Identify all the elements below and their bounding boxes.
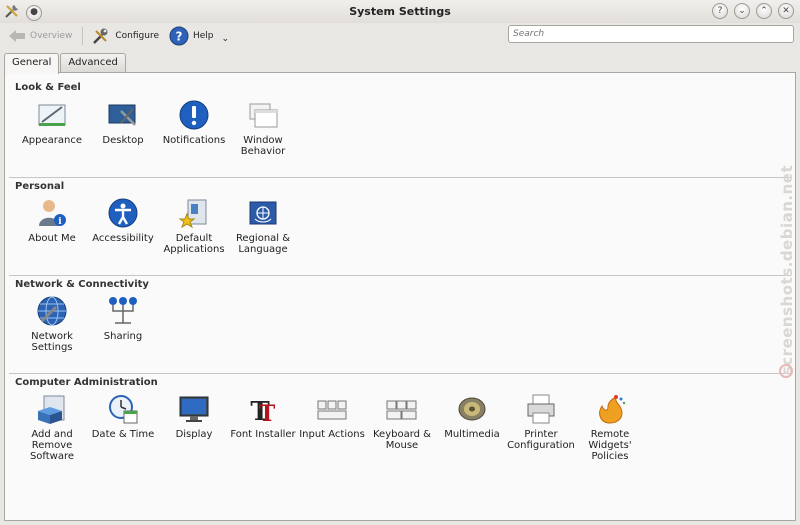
about-me-icon: i [39,200,66,227]
item-printer-configuration[interactable]: Printer Configuration [506,393,576,451]
search-input[interactable] [508,25,794,43]
watermark-logo-icon [779,364,793,378]
item-label: Display [175,429,213,440]
item-label: Window Behavior [240,135,286,157]
monitor-icon [179,396,209,422]
plasma-widgets-icon [599,395,626,424]
item-input-actions[interactable]: Input Actions [297,393,367,440]
section-title: Look & Feel [15,82,81,93]
notifications-icon [179,100,209,130]
context-help-button[interactable]: ? [712,3,728,19]
item-date-time[interactable]: Date & Time [88,393,158,440]
minimize-button[interactable]: ⌄ [734,3,750,19]
svg-text:T: T [259,401,276,425]
section-title: Network & Connectivity [9,275,791,294]
accessibility-icon [108,198,138,228]
configure-label: Configure [115,31,159,41]
svg-text:i: i [58,217,62,227]
item-label: Printer Configuration [507,429,575,451]
tab-bar: General Advanced [4,53,127,74]
section-look-and-feel: Look & Feel Appearance Desktop Notificat… [9,79,791,177]
item-label: Remote Widgets' Policies [588,429,632,462]
item-desktop[interactable]: Desktop [88,99,158,146]
help-label: Help [193,31,214,41]
tab-general[interactable]: General [4,53,60,74]
item-network-settings[interactable]: Network Settings [17,295,87,353]
keyboard-keys-icon [317,400,347,420]
overview-button[interactable]: Overview [8,24,72,48]
item-label: Accessibility [92,233,154,244]
toolbar-separator [82,27,84,45]
item-keyboard-mouse[interactable]: Keyboard & Mouse [367,393,437,451]
item-remote-widgets-policies[interactable]: Remote Widgets' Policies [575,393,645,462]
printer-icon [527,394,555,424]
item-label: Desktop [102,135,144,146]
item-label: Add and Remove Software [29,429,75,462]
item-label: Font Installer [230,429,296,440]
keyboard-icon [386,400,417,420]
chevron-down-icon[interactable]: ⌄ [222,34,230,44]
overview-label: Overview [30,31,73,41]
desktop-icon [108,104,136,126]
help-icon: ? [169,26,189,46]
tab-advanced[interactable]: Advanced [60,53,126,73]
item-label: Keyboard & Mouse [373,429,431,451]
svg-text:?: ? [176,30,183,44]
item-display[interactable]: Display [159,393,229,440]
item-accessibility[interactable]: Accessibility [88,197,158,244]
item-label: Appearance [21,135,83,146]
speaker-icon [458,397,486,421]
window-title: System Settings [349,5,451,18]
item-label: Default Applications [163,233,225,255]
item-sharing[interactable]: Sharing [88,295,158,342]
section-personal: Personal i About Me Accessibility Defaul… [9,177,791,275]
item-window-behavior[interactable]: Window Behavior [228,99,298,157]
appearance-icon [38,104,66,126]
window-behavior-icon [249,103,278,128]
section-computer-administration: Computer Administration Add and Remove S… [9,373,791,483]
close-button[interactable]: ✕ [778,3,794,19]
item-multimedia[interactable]: Multimedia [437,393,507,440]
title-bar: ● System Settings ? ⌄ ⌃ ✕ [0,0,800,23]
network-globe-icon [37,296,67,326]
item-appearance[interactable]: Appearance [17,99,87,146]
item-label: Network Settings [31,331,73,353]
item-label: Input Actions [299,429,365,440]
item-regional-language[interactable]: Regional & Language [228,197,298,255]
item-label: Regional & Language [235,233,291,255]
help-button[interactable]: ? Help ⌄ [169,24,229,48]
settings-tools-icon[interactable] [4,3,20,22]
section-network-connectivity: Network & Connectivity Network Settings … [9,275,791,373]
clock-calendar-icon [109,395,138,424]
item-label: Sharing [103,331,143,342]
sharing-icon [109,297,137,324]
item-label: Notifications [162,135,226,146]
item-label: Multimedia [444,429,500,440]
item-label: Date & Time [91,429,155,440]
section-title: Personal [9,177,791,196]
item-default-applications[interactable]: Default Applications [159,197,229,255]
watermark-text: screenshots.debian.net [778,164,797,376]
wrench-screwdriver-icon [93,28,108,44]
pin-button[interactable]: ● [26,4,42,21]
watermark: screenshots.debian.net [776,150,798,390]
back-arrow-icon [9,30,25,42]
configure-button[interactable]: Configure [91,24,159,48]
item-font-installer[interactable]: TT Font Installer [228,393,298,440]
default-applications-icon [178,199,207,229]
maximize-button[interactable]: ⌃ [756,3,772,19]
item-add-remove-software[interactable]: Add and Remove Software [17,393,87,462]
item-notifications[interactable]: Notifications [159,99,229,146]
regional-flag-icon [249,201,277,225]
item-label: About Me [28,233,76,244]
settings-panel: Look & Feel Appearance Desktop Notificat… [4,72,796,521]
item-about-me[interactable]: i About Me [17,197,87,244]
font-icon: TT [250,397,276,425]
section-title: Computer Administration [9,373,791,392]
software-package-icon [38,395,65,424]
